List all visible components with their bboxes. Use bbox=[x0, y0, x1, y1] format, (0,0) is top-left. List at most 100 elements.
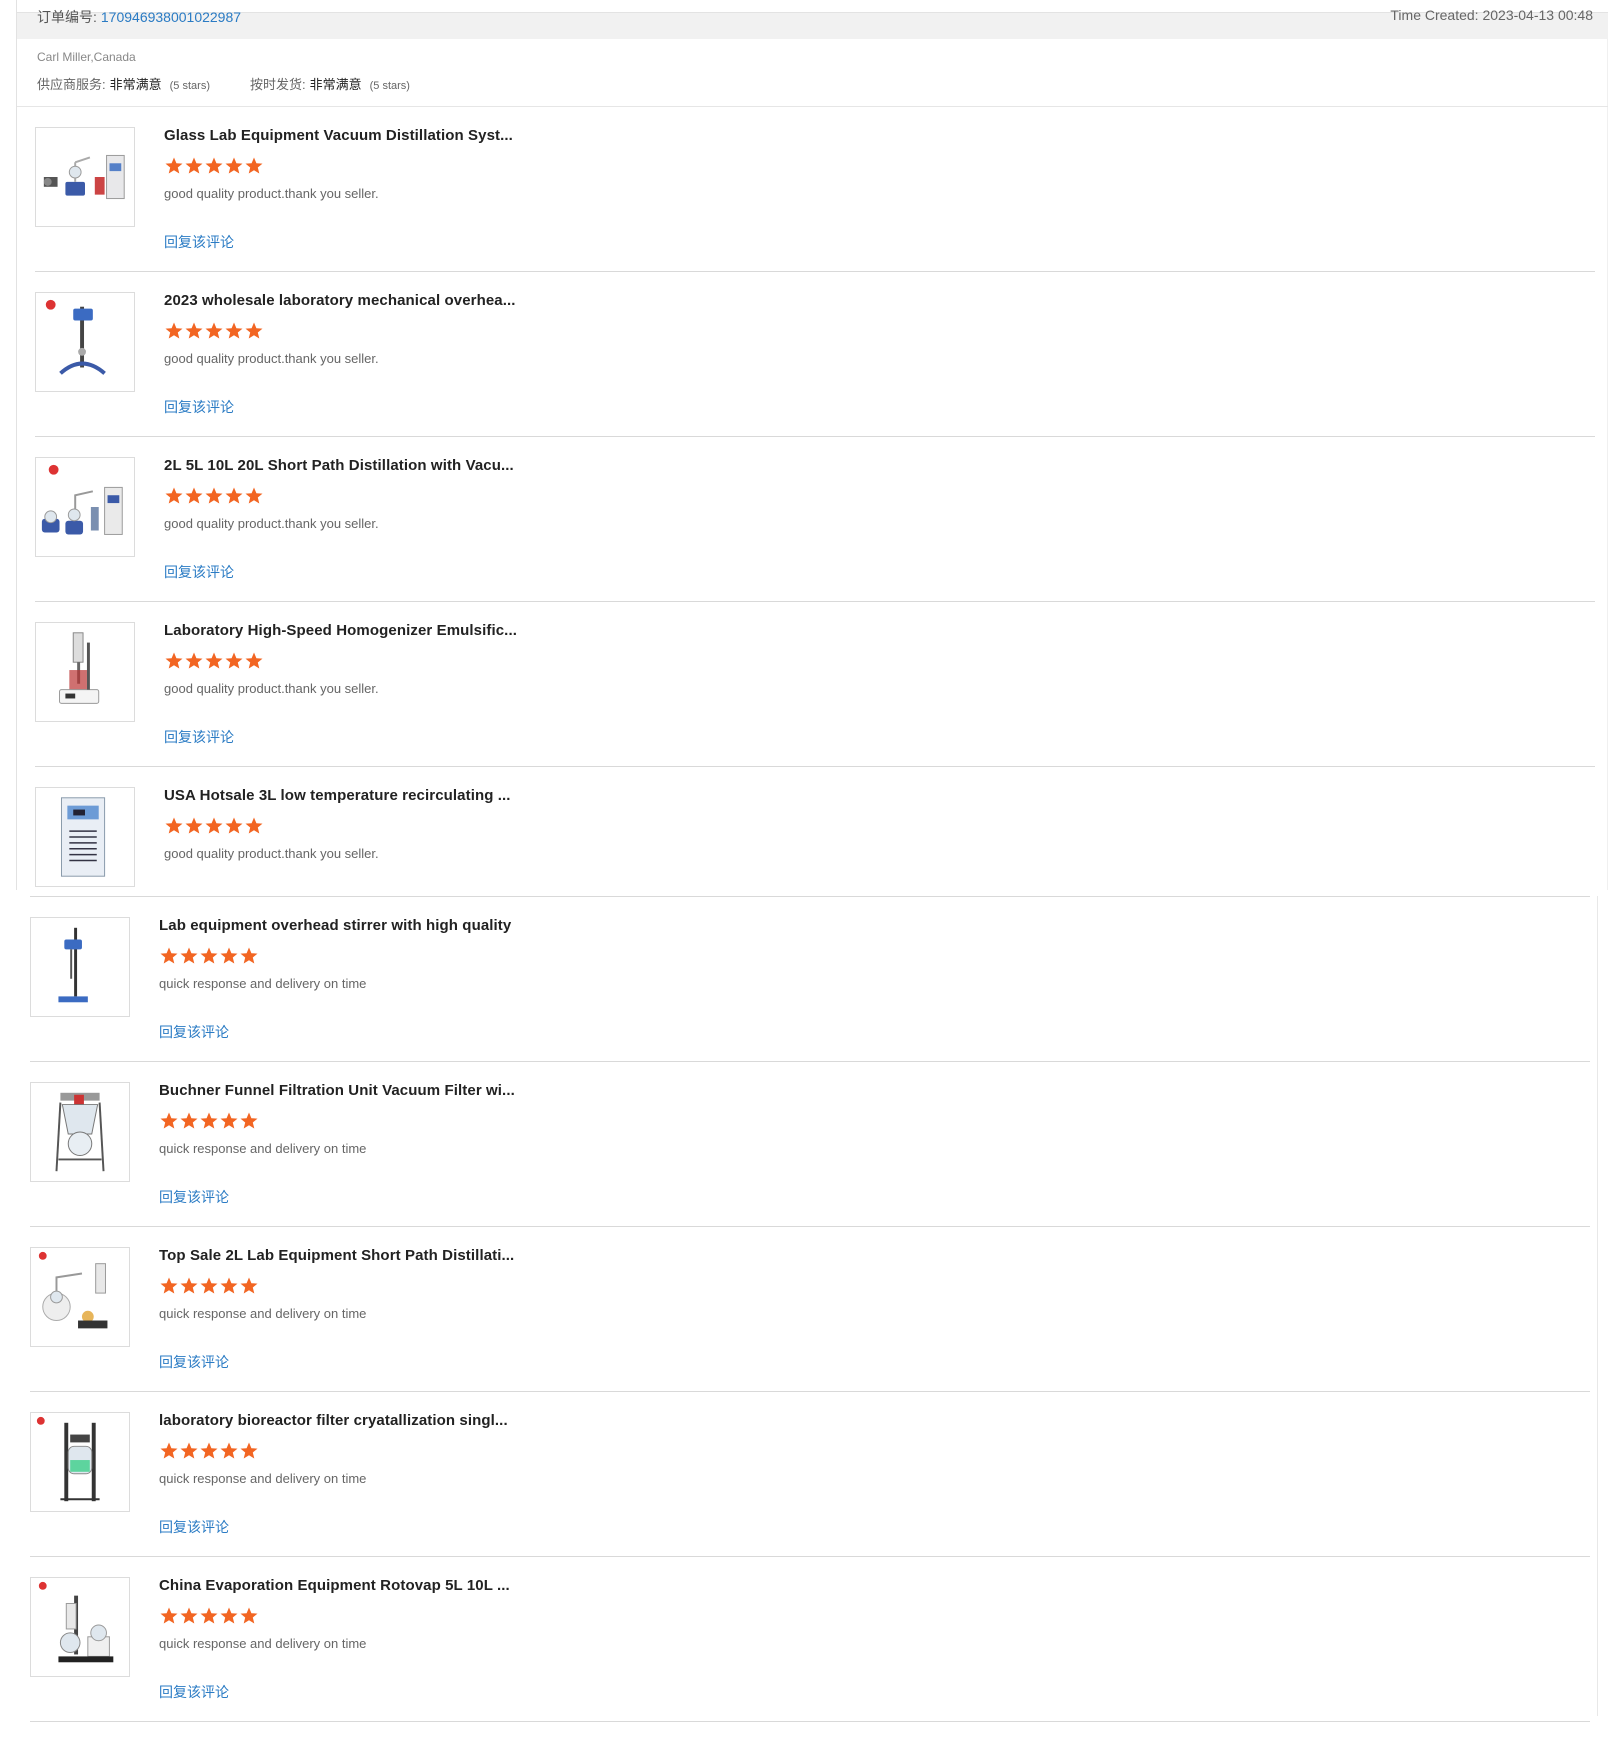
review-list-panel-continued: Lab equipment overhead stirrer with high… bbox=[0, 896, 1608, 1722]
reply-review-link[interactable]: 回复该评论 bbox=[159, 1187, 229, 1207]
row-divider bbox=[30, 1061, 1590, 1062]
overhead-stirrer-stand-icon bbox=[31, 918, 129, 1016]
review-item: China Evaporation Equipment Rotovap 5L 1… bbox=[30, 1577, 1590, 1742]
glass-reactor-icon bbox=[31, 1413, 129, 1511]
reply-review-link[interactable]: 回复该评论 bbox=[164, 232, 234, 252]
review-comment: good quality product.thank you seller. bbox=[164, 186, 379, 201]
star-icon bbox=[179, 1606, 199, 1626]
reply-review-link[interactable]: 回复该评论 bbox=[164, 562, 234, 582]
rating-value: 非常满意 bbox=[109, 77, 162, 92]
star-icon bbox=[204, 816, 224, 836]
order-header-bar: 订单编号: 170946938001022987 Time Created: 20… bbox=[17, 7, 1608, 39]
review-comment: good quality product.thank you seller. bbox=[164, 516, 379, 531]
reply-review-link[interactable]: 回复该评论 bbox=[164, 727, 234, 747]
star-icon bbox=[219, 1111, 239, 1131]
product-thumbnail[interactable] bbox=[30, 1082, 130, 1182]
review-comment: good quality product.thank you seller. bbox=[164, 351, 379, 366]
star-icon bbox=[184, 651, 204, 671]
seller-ratings: 供应商服务: 非常满意 (5 stars) 按时发货: 非常满意 (5 star… bbox=[37, 74, 450, 93]
star-icon bbox=[159, 1276, 179, 1296]
product-title[interactable]: 2L 5L 10L 20L Short Path Distillation wi… bbox=[164, 457, 514, 474]
star-icon bbox=[199, 1441, 219, 1461]
product-thumbnail[interactable] bbox=[30, 1412, 130, 1512]
product-thumbnail[interactable] bbox=[30, 917, 130, 1017]
star-icon bbox=[199, 1111, 219, 1131]
distillation-system-icon bbox=[36, 128, 134, 226]
star-icon bbox=[244, 816, 264, 836]
star-icon bbox=[204, 651, 224, 671]
row-divider bbox=[30, 1391, 1590, 1392]
star-icon bbox=[164, 156, 184, 176]
star-icon bbox=[239, 946, 259, 966]
star-rating bbox=[164, 816, 264, 836]
product-title[interactable]: USA Hotsale 3L low temperature recircula… bbox=[164, 787, 511, 804]
short-path-distillation-icon bbox=[36, 458, 134, 556]
star-icon bbox=[219, 1276, 239, 1296]
star-icon bbox=[184, 156, 204, 176]
star-icon bbox=[164, 321, 184, 341]
product-thumbnail[interactable] bbox=[35, 622, 135, 722]
product-title[interactable]: China Evaporation Equipment Rotovap 5L 1… bbox=[159, 1577, 510, 1594]
row-divider bbox=[35, 271, 1595, 272]
product-title[interactable]: Top Sale 2L Lab Equipment Short Path Dis… bbox=[159, 1247, 514, 1264]
product-thumbnail[interactable] bbox=[35, 127, 135, 227]
star-icon bbox=[179, 1276, 199, 1296]
product-thumbnail[interactable] bbox=[30, 1577, 130, 1677]
star-icon bbox=[224, 651, 244, 671]
review-page: 订单编号: 170946938001022987 Time Created: 20… bbox=[0, 0, 1608, 1722]
star-icon bbox=[179, 1441, 199, 1461]
star-icon bbox=[239, 1111, 259, 1131]
star-icon bbox=[244, 156, 264, 176]
star-icon bbox=[219, 1606, 239, 1626]
order-number-link[interactable]: 170946938001022987 bbox=[101, 9, 241, 25]
star-icon bbox=[224, 156, 244, 176]
star-icon bbox=[159, 1606, 179, 1626]
product-thumbnail[interactable] bbox=[35, 787, 135, 887]
star-icon bbox=[219, 1441, 239, 1461]
product-title[interactable]: Lab equipment overhead stirrer with high… bbox=[159, 917, 511, 934]
review-item: Buchner Funnel Filtration Unit Vacuum Fi… bbox=[30, 1082, 1590, 1247]
order-number-row: 订单编号: 170946938001022987 bbox=[37, 7, 241, 27]
product-title[interactable]: Laboratory High-Speed Homogenizer Emulsi… bbox=[164, 622, 517, 639]
review-comment: quick response and delivery on time bbox=[159, 1306, 367, 1321]
on-time-shipping-rating: 按时发货: 非常满意 (5 stars) bbox=[250, 74, 410, 93]
review-item: 2023 wholesale laboratory mechanical ove… bbox=[35, 292, 1595, 457]
review-item: Lab equipment overhead stirrer with high… bbox=[30, 917, 1590, 1082]
short-path-kit-icon bbox=[31, 1248, 129, 1346]
star-icon bbox=[159, 1111, 179, 1131]
star-icon bbox=[204, 156, 224, 176]
filtration-unit-icon bbox=[31, 1083, 129, 1181]
product-title[interactable]: Glass Lab Equipment Vacuum Distillation … bbox=[164, 127, 513, 144]
review-comment: quick response and delivery on time bbox=[159, 1141, 367, 1156]
product-title[interactable]: laboratory bioreactor filter cryatalliza… bbox=[159, 1412, 508, 1429]
row-divider bbox=[30, 1556, 1590, 1557]
product-title[interactable]: 2023 wholesale laboratory mechanical ove… bbox=[164, 292, 516, 309]
header-divider bbox=[17, 106, 1608, 107]
row-divider bbox=[30, 1721, 1590, 1722]
star-icon bbox=[199, 1276, 219, 1296]
reply-review-link[interactable]: 回复该评论 bbox=[159, 1517, 229, 1537]
star-rating bbox=[159, 1276, 259, 1296]
review-comment: quick response and delivery on time bbox=[159, 976, 367, 991]
order-review-panel: 订单编号: 170946938001022987 Time Created: 20… bbox=[16, 0, 1608, 890]
rotary-evaporator-icon bbox=[31, 1578, 129, 1676]
star-icon bbox=[159, 946, 179, 966]
review-item: Laboratory High-Speed Homogenizer Emulsi… bbox=[35, 622, 1595, 787]
product-thumbnail[interactable] bbox=[35, 457, 135, 557]
product-title[interactable]: Buchner Funnel Filtration Unit Vacuum Fi… bbox=[159, 1082, 515, 1099]
star-icon bbox=[164, 651, 184, 671]
rating-key: 供应商服务: bbox=[37, 77, 106, 92]
reply-review-link[interactable]: 回复该评论 bbox=[159, 1352, 229, 1372]
row-divider bbox=[30, 1226, 1590, 1227]
reply-review-link[interactable]: 回复该评论 bbox=[159, 1682, 229, 1702]
divider bbox=[30, 896, 1590, 897]
reply-review-link[interactable]: 回复该评论 bbox=[159, 1022, 229, 1042]
reply-review-link[interactable]: 回复该评论 bbox=[164, 397, 234, 417]
product-thumbnail[interactable] bbox=[35, 292, 135, 392]
rating-stars-text: (5 stars) bbox=[369, 80, 410, 92]
supplier-service-rating: 供应商服务: 非常满意 (5 stars) bbox=[37, 74, 210, 93]
product-thumbnail[interactable] bbox=[30, 1247, 130, 1347]
order-number-label: 订单编号: bbox=[37, 9, 97, 25]
star-icon bbox=[179, 946, 199, 966]
buyer-name-location: Carl Miller,Canada bbox=[37, 50, 136, 64]
